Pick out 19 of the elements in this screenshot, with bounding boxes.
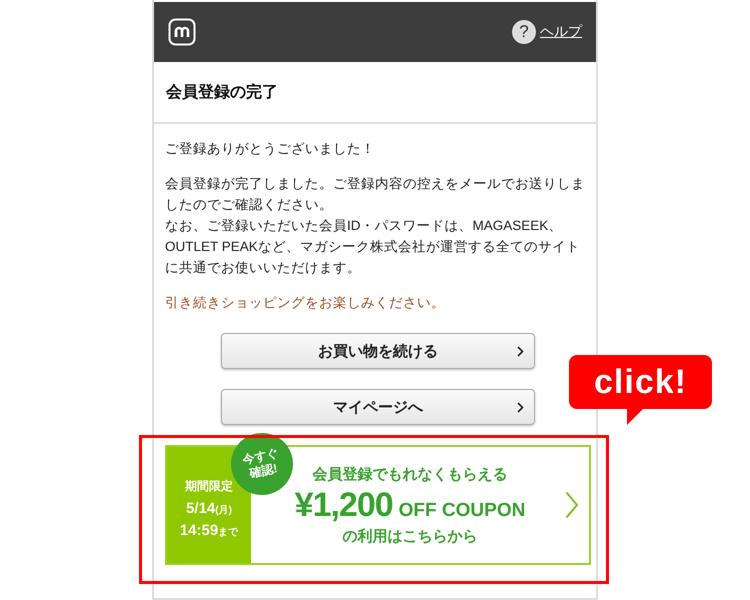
- time-text: 14:59まで: [180, 520, 238, 540]
- callout-text: click!: [594, 362, 687, 402]
- greeting-text: ご登録ありがとうございました！: [165, 140, 376, 158]
- chevron-icon: [517, 402, 524, 413]
- footer-text: の利用はこちらから: [342, 526, 478, 546]
- nav-button[interactable]: お買い物を続ける: [221, 333, 535, 369]
- help-icon[interactable]: ?: [512, 20, 536, 44]
- logo-icon[interactable]: [168, 18, 196, 46]
- page-title: 会員登録の完了: [166, 82, 278, 102]
- closing-text: 引き続きショッピングをお楽しみください。: [165, 294, 446, 312]
- date-text: 5/14(月): [186, 498, 232, 518]
- message-text: なお、ご登録いただいた会員ID・パスワードは、MAGASEEK、OUTLET PEAKなど、マガシーク株式会社が運営する全てのサイトに共通でお使いいただけます。: [165, 217, 581, 277]
- chevron-icon: [517, 346, 524, 357]
- message-text: 会員登録が完了しました。ご登録内容の控えをメールでお送りしましたのでご確認ください。: [165, 175, 586, 214]
- help-link[interactable]: ヘルプ: [540, 23, 582, 41]
- coupon-text: OFF COUPON: [398, 500, 526, 522]
- chevron-icon: [565, 491, 579, 519]
- nav-button[interactable]: マイページへ: [221, 389, 535, 425]
- headline-text: 会員登録でもれなくもらえる: [312, 464, 508, 484]
